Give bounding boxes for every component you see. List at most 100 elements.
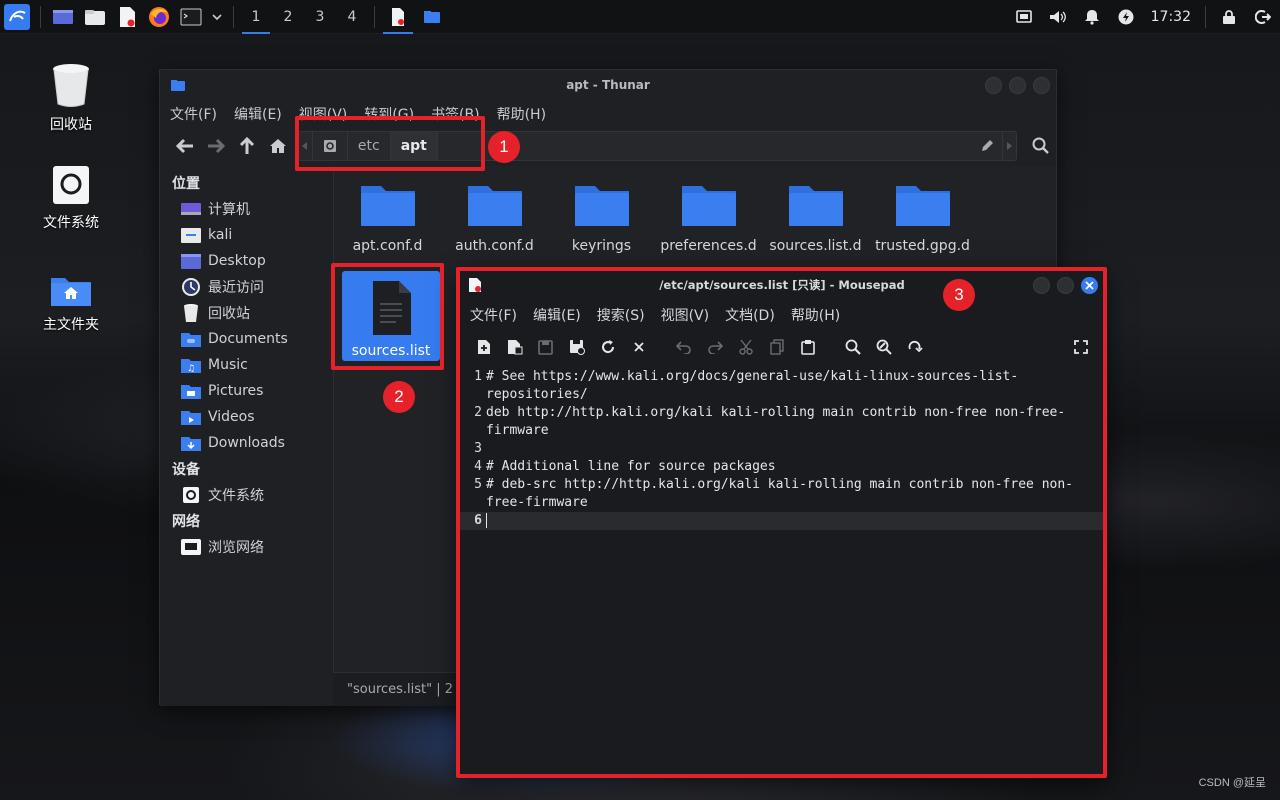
desktop-icon-trash[interactable]: 回收站: [16, 62, 126, 134]
search-button[interactable]: [1025, 131, 1056, 161]
folder-icon: [895, 186, 950, 226]
file-item-folder[interactable]: preferences.d: [655, 184, 762, 254]
file-manager-launcher[interactable]: [79, 0, 111, 34]
desktop-folder-icon: [180, 251, 202, 271]
folder-icon: [788, 186, 843, 226]
terminal-icon: [180, 8, 202, 25]
file-item-folder[interactable]: keyrings: [548, 184, 655, 254]
bell-icon: [1084, 10, 1099, 25]
sidebar-item-label: 回收站: [208, 306, 250, 322]
annotation-badge: 1: [488, 131, 520, 163]
file-name: auth.conf.d: [455, 238, 534, 254]
text-editor-icon: [120, 6, 135, 27]
sidebar-item-label: Desktop: [208, 253, 266, 269]
arrow-left-icon: [176, 138, 194, 154]
sidebar-item-filesystem[interactable]: 文件系统: [160, 482, 332, 508]
sidebar-header-network: 网络: [172, 514, 200, 530]
home-icon: [180, 225, 202, 245]
sidebar-item-label: Music: [208, 357, 248, 373]
workspace-4[interactable]: 4: [336, 0, 368, 34]
file-item-folder[interactable]: apt.conf.d: [334, 184, 441, 254]
sidebar-item-label: kali: [208, 227, 233, 243]
taskbar-thunar[interactable]: [415, 0, 449, 34]
firefox-icon: [149, 6, 169, 27]
file-name: keyrings: [571, 238, 632, 254]
workspace-3[interactable]: 3: [304, 0, 336, 34]
chevron-down-icon: [212, 13, 222, 20]
menu-edit[interactable]: 编辑(E): [234, 104, 282, 124]
kali-menu-button[interactable]: [0, 0, 34, 34]
menu-help[interactable]: 帮助(H): [497, 104, 546, 124]
file-item-folder[interactable]: trusted.gpg.d: [869, 184, 976, 254]
path-scroll-right[interactable]: [1002, 132, 1016, 160]
sidebar-item-trash[interactable]: 回收站: [160, 300, 332, 326]
pencil-icon: [982, 140, 994, 151]
drive-icon: [180, 485, 202, 505]
folder-icon: [467, 186, 522, 226]
trash-icon: [53, 64, 89, 107]
watermark: CSDN @延呈: [1198, 777, 1266, 789]
screenshot-tray-button[interactable]: [1007, 0, 1041, 34]
file-name: apt.conf.d: [352, 238, 423, 254]
thunar-titlebar[interactable]: apt - Thunar: [160, 70, 1056, 100]
folder-icon: [85, 9, 105, 25]
sidebar-header-places: 位置: [172, 176, 200, 192]
battery-charging-icon: [1118, 9, 1134, 24]
panel-separator: [374, 5, 375, 28]
folder-icon: [681, 186, 736, 226]
sidebar-item-downloads[interactable]: Downloads: [160, 430, 332, 456]
annotation-badge: 3: [943, 279, 975, 311]
annotation-box-editor: [456, 267, 1107, 778]
panel-separator: [233, 5, 234, 28]
volume-button[interactable]: [1041, 0, 1075, 34]
edit-location-button[interactable]: [972, 132, 1002, 160]
sidebar-item-browse-network[interactable]: 浏览网络: [160, 534, 332, 560]
volume-icon: [1049, 10, 1066, 23]
terminal-launcher[interactable]: [175, 0, 207, 34]
desktop-icon-home[interactable]: 主文件夹: [16, 272, 126, 334]
computer-icon: [180, 199, 202, 219]
panel-clock[interactable]: 17:32: [1143, 9, 1199, 25]
workspace-1[interactable]: 1: [240, 0, 272, 34]
folder-icon: [424, 10, 440, 23]
home-button[interactable]: [263, 131, 294, 161]
pictures-folder-icon: [180, 381, 202, 401]
svg-text:♫: ♫: [187, 364, 195, 374]
firefox-launcher[interactable]: [143, 0, 175, 34]
file-item-folder[interactable]: auth.conf.d: [441, 184, 548, 254]
sidebar-item-label: 最近访问: [208, 280, 264, 296]
display-icon: [1015, 9, 1032, 23]
logout-icon: [1255, 9, 1271, 24]
back-button[interactable]: [170, 131, 201, 161]
window-title: apt - Thunar: [566, 78, 650, 92]
sidebar-item-computer[interactable]: 计算机: [160, 196, 332, 222]
desktop-icon-label: 文件系统: [43, 215, 99, 231]
up-button[interactable]: [232, 131, 263, 161]
taskbar-mousepad[interactable]: [381, 0, 415, 34]
sidebar-item-label: 文件系统: [208, 488, 264, 504]
forward-button[interactable]: [201, 131, 232, 161]
power-manager-button[interactable]: [1109, 0, 1143, 34]
sidebar-item-videos[interactable]: Videos: [160, 404, 332, 430]
logout-button[interactable]: [1246, 0, 1280, 34]
lock-screen-button[interactable]: [1212, 0, 1246, 34]
sidebar-item-label: 浏览网络: [208, 540, 264, 556]
kali-logo-icon: [4, 3, 30, 30]
menu-file[interactable]: 文件(F): [170, 104, 217, 124]
annotation-box-path: [295, 116, 485, 171]
show-desktop-button[interactable]: [47, 0, 79, 34]
folder-icon: [360, 186, 415, 226]
sidebar-item-music[interactable]: ♫ Music: [160, 352, 332, 378]
sidebar-item-documents[interactable]: Documents: [160, 326, 332, 352]
notifications-button[interactable]: [1075, 0, 1109, 34]
launcher-dropdown[interactable]: [207, 0, 227, 34]
file-item-folder[interactable]: sources.list.d: [762, 184, 869, 254]
sidebar-item-recent[interactable]: 最近访问: [160, 274, 332, 300]
workspace-2[interactable]: 2: [272, 0, 304, 34]
sidebar-item-kali[interactable]: kali: [160, 222, 332, 248]
text-editor-launcher[interactable]: [111, 0, 143, 34]
network-icon: [180, 537, 202, 557]
sidebar-item-desktop[interactable]: Desktop: [160, 248, 332, 274]
desktop-icon-filesystem[interactable]: 文件系统: [16, 164, 126, 232]
sidebar-item-pictures[interactable]: Pictures: [160, 378, 332, 404]
